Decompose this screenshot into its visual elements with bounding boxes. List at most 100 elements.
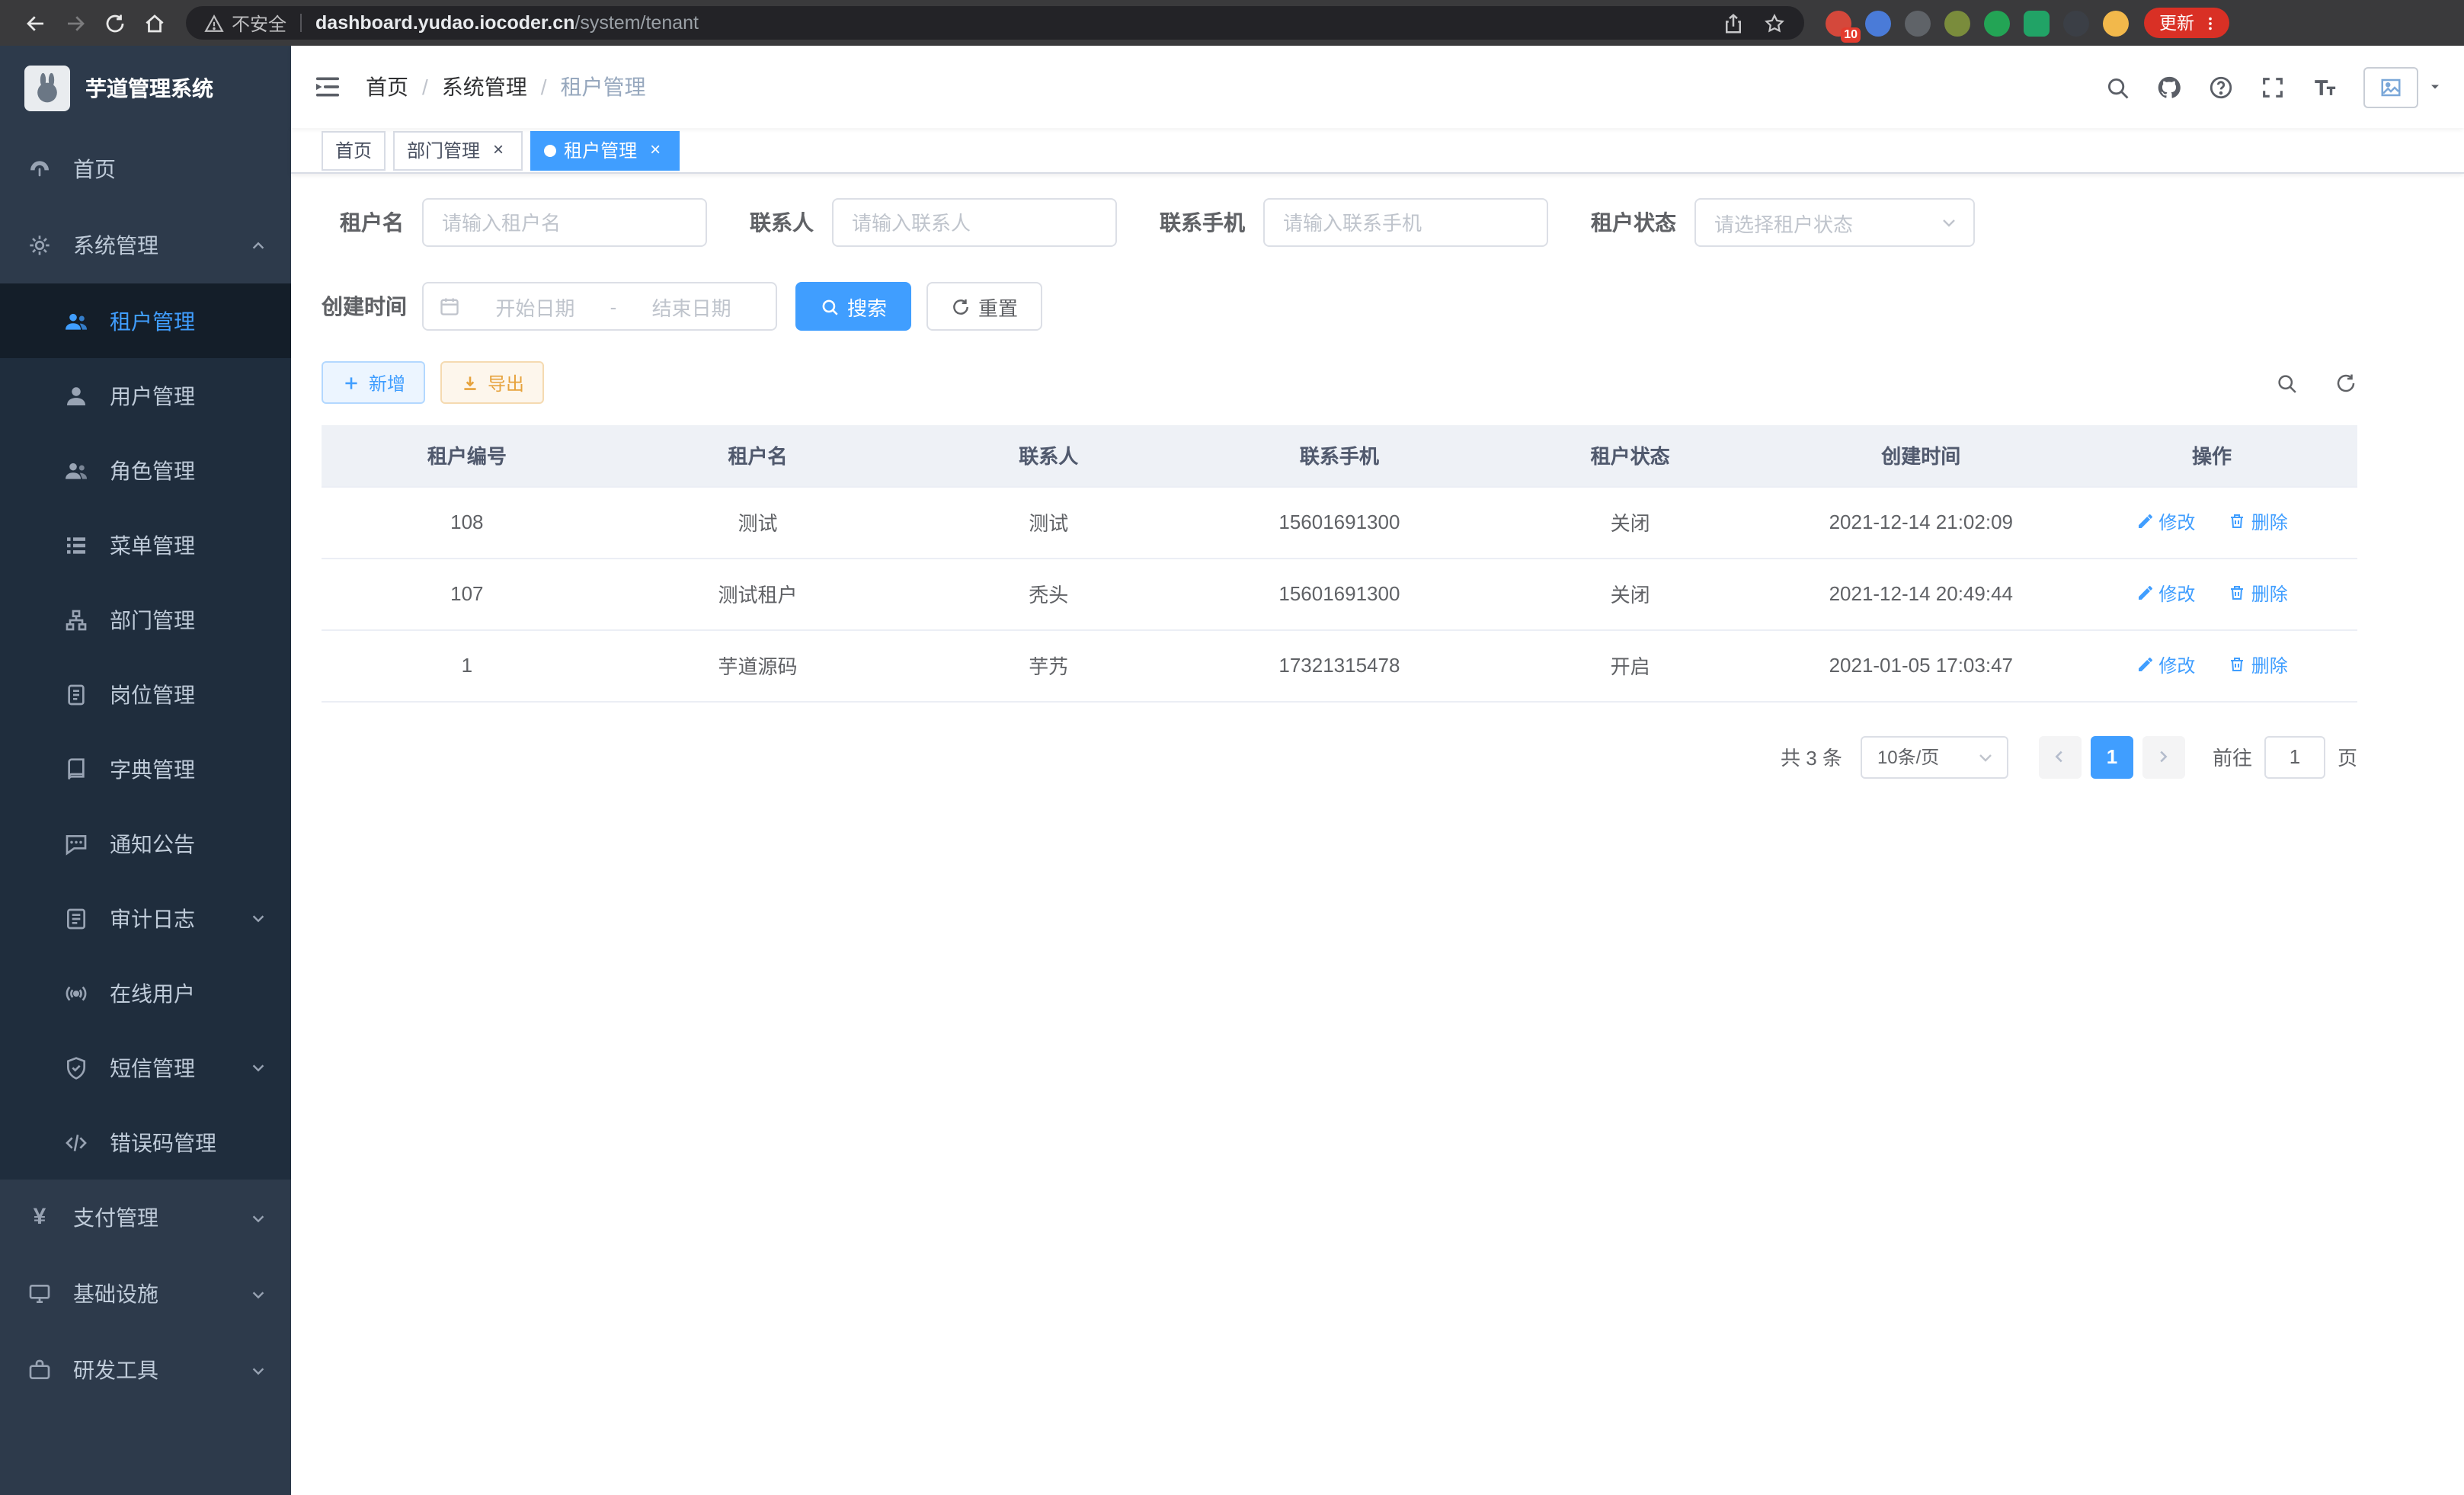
role-icon — [64, 458, 88, 482]
tag-label: 租户管理 — [564, 137, 637, 163]
page-size-select[interactable]: 10条/页 — [1861, 735, 2008, 778]
sidebar-group-system[interactable]: 系统管理 — [0, 207, 291, 283]
extension-icon-5[interactable] — [1984, 10, 2010, 36]
extension-icon-6[interactable] — [2024, 10, 2050, 36]
sidebar-item-dict[interactable]: 字典管理 — [0, 731, 291, 806]
sidebar-item-sms[interactable]: 短信管理 — [0, 1030, 291, 1105]
breadcrumb-home[interactable]: 首页 — [366, 72, 408, 102]
status-label: 租户状态 — [1591, 207, 1676, 238]
date-range-picker[interactable]: 开始日期 - 结束日期 — [422, 282, 777, 331]
sidebar-item-error-code[interactable]: 错误码管理 — [0, 1105, 291, 1180]
contact-input[interactable] — [832, 198, 1117, 247]
github-icon[interactable] — [2156, 74, 2182, 100]
bookmark-star-icon[interactable] — [1763, 11, 1786, 34]
app-logo[interactable]: 芋道管理系统 — [0, 46, 291, 131]
extension-icon-8[interactable] — [2103, 10, 2129, 36]
sidebar-group-label: 基础设施 — [73, 1279, 250, 1309]
text-size-icon[interactable] — [2312, 74, 2338, 100]
refresh-table-icon[interactable] — [2334, 371, 2357, 394]
back-button[interactable] — [15, 3, 55, 43]
hide-search-icon[interactable] — [2275, 371, 2298, 394]
pagination-total: 共 3 条 — [1781, 742, 1842, 771]
cell-actions: 修改 删除 — [2066, 629, 2357, 701]
export-button-label: 导出 — [488, 370, 524, 395]
extension-icon-1[interactable]: 10 — [1826, 10, 1851, 36]
sidebar-item-label: 部门管理 — [110, 604, 267, 635]
user-avatar-menu[interactable] — [2363, 66, 2443, 107]
tag-tenant[interactable]: 租户管理 × — [530, 130, 680, 170]
sidebar-item-menu[interactable]: 菜单管理 — [0, 507, 291, 582]
edit-link[interactable]: 修改 — [2136, 581, 2195, 607]
app-title: 芋道管理系统 — [85, 73, 213, 104]
breadcrumb-system[interactable]: 系统管理 — [442, 72, 527, 102]
status-select[interactable]: 请选择租户状态 — [1694, 198, 1975, 247]
download-icon — [460, 373, 480, 392]
screen: 不安全 dashboard.yudao.iocoder.cn/system/te… — [0, 0, 2464, 1495]
tag-home[interactable]: 首页 — [322, 130, 386, 170]
fullscreen-icon[interactable] — [2260, 74, 2286, 100]
prev-page-button[interactable] — [2039, 735, 2082, 778]
tenant-icon — [64, 309, 88, 333]
extension-icon-2[interactable] — [1865, 10, 1891, 36]
address-bar[interactable]: 不安全 dashboard.yudao.iocoder.cn/system/te… — [186, 6, 1804, 40]
delete-link[interactable]: 删除 — [2229, 652, 2288, 678]
delete-link[interactable]: 删除 — [2229, 509, 2288, 535]
chrome-update-button[interactable]: 更新 — [2144, 8, 2229, 38]
delete-link[interactable]: 删除 — [2229, 581, 2288, 607]
next-page-button[interactable] — [2142, 735, 2185, 778]
edit-link[interactable]: 修改 — [2136, 509, 2195, 535]
export-button[interactable]: 导出 — [440, 361, 544, 404]
tenant-name-input[interactable] — [422, 198, 707, 247]
sidebar-item-home[interactable]: 首页 — [0, 131, 291, 207]
security-chip[interactable]: 不安全 — [204, 10, 286, 36]
breadcrumb-current: 租户管理 — [561, 72, 646, 102]
share-icon[interactable] — [1722, 11, 1745, 34]
page-number-button[interactable]: 1 — [2091, 735, 2133, 778]
menu-kebab-icon — [2202, 14, 2219, 31]
sidebar-group-payment[interactable]: ¥ 支付管理 — [0, 1180, 291, 1256]
sidebar-item-audit-log[interactable]: 审计日志 — [0, 881, 291, 956]
close-icon[interactable]: × — [645, 139, 666, 161]
close-icon[interactable]: × — [488, 139, 509, 161]
extension-icon-3[interactable] — [1905, 10, 1931, 36]
add-button[interactable]: 新增 — [322, 361, 425, 404]
url-path: /system/tenant — [574, 12, 699, 34]
sidebar-item-post[interactable]: 岗位管理 — [0, 657, 291, 731]
sidebar-item-user[interactable]: 用户管理 — [0, 358, 291, 433]
sidebar-item-notice[interactable]: 通知公告 — [0, 806, 291, 881]
sidebar-item-online-users[interactable]: 在线用户 — [0, 956, 291, 1030]
url-text: dashboard.yudao.iocoder.cn/system/tenant — [315, 12, 699, 34]
sidebar-item-tenant[interactable]: 租户管理 — [0, 283, 291, 358]
sidebar-group-label: 系统管理 — [73, 230, 250, 261]
sidebar-group-infra[interactable]: 基础设施 — [0, 1256, 291, 1332]
search-icon[interactable] — [2104, 74, 2130, 100]
sidebar-item-role[interactable]: 角色管理 — [0, 433, 291, 507]
menu-list-icon — [64, 533, 88, 557]
search-button[interactable]: 搜索 — [795, 282, 911, 331]
hamburger-icon[interactable] — [312, 72, 343, 102]
reload-icon — [103, 11, 126, 34]
sidebar-group-devtools[interactable]: 研发工具 — [0, 1332, 291, 1408]
sidebar-item-dept[interactable]: 部门管理 — [0, 582, 291, 657]
create-time-label: 创建时间 — [322, 291, 404, 322]
refresh-icon — [951, 296, 971, 316]
phone-input[interactable] — [1263, 198, 1548, 247]
reset-button[interactable]: 重置 — [926, 282, 1042, 331]
extension-icon-7[interactable] — [2063, 10, 2089, 36]
chevron-left-icon — [2052, 748, 2069, 765]
tag-dept[interactable]: 部门管理 × — [393, 130, 523, 170]
help-icon[interactable] — [2208, 74, 2234, 100]
edit-link[interactable]: 修改 — [2136, 652, 2195, 678]
goto-page-input[interactable] — [2264, 735, 2325, 778]
tags-view-bar: 首页 部门管理 × 租户管理 × — [291, 128, 2464, 174]
home-button[interactable] — [134, 3, 174, 43]
trash-icon — [2229, 656, 2247, 674]
breadcrumb-separator: / — [422, 75, 428, 99]
forward-button[interactable] — [55, 3, 94, 43]
extension-icon-4[interactable] — [1944, 10, 1970, 36]
extension-badge: 10 — [1841, 27, 1861, 42]
audit-log-icon — [64, 906, 88, 930]
reload-button[interactable] — [94, 3, 134, 43]
goto-label: 前往 — [2213, 742, 2252, 771]
cell-created: 2021-12-14 20:49:44 — [1775, 558, 2066, 629]
